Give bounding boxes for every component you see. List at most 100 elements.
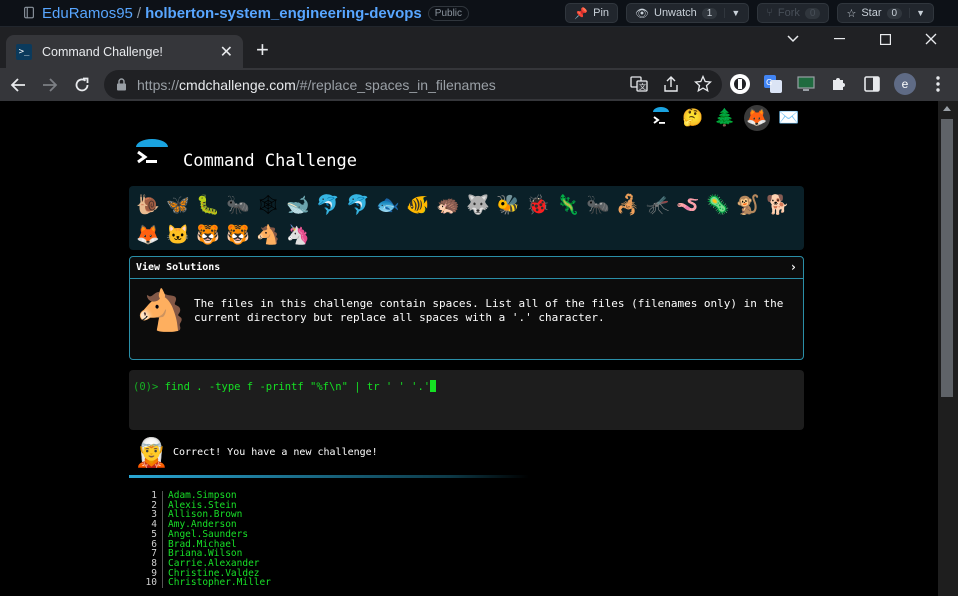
level-icon[interactable]: 🐜 bbox=[223, 190, 253, 220]
level-icon[interactable]: 🐠 bbox=[403, 190, 433, 220]
site-header: Command Challenge bbox=[134, 139, 357, 175]
svg-text:文: 文 bbox=[639, 82, 646, 91]
level-icon[interactable]: 🦟 bbox=[643, 190, 673, 220]
tree-icon[interactable]: 🌲 bbox=[712, 105, 738, 131]
close-window-button[interactable] bbox=[908, 27, 954, 51]
level-icon[interactable]: 🐯 bbox=[223, 220, 253, 250]
fork-button[interactable]: ⑂ Fork 0 bbox=[757, 3, 830, 23]
forward-button[interactable] bbox=[34, 69, 66, 101]
tab-command-challenge[interactable]: >_ Command Challenge! ✕ bbox=[6, 35, 243, 68]
github-repo-strip: EduRamos95 / holberton-system_engineerin… bbox=[0, 0, 958, 27]
star-button[interactable]: ☆ Star 0 ▼ bbox=[837, 3, 934, 23]
browser-tabstrip: >_ Command Challenge! ✕ + bbox=[0, 27, 958, 68]
close-icon[interactable]: ✕ bbox=[220, 42, 233, 62]
extensions-puzzle-icon[interactable] bbox=[827, 72, 851, 96]
side-panel-icon[interactable] bbox=[860, 72, 884, 96]
pin-button[interactable]: 📌 Pin bbox=[565, 3, 619, 23]
level-icon[interactable]: 🐬 bbox=[343, 190, 373, 220]
unwatch-label: Unwatch bbox=[654, 7, 697, 19]
result-banner: 🧝 Correct! You have a new challenge! bbox=[134, 436, 378, 469]
view-solutions-toggle[interactable]: View Solutions › bbox=[130, 257, 803, 279]
unwatch-button[interactable]: 👁 Unwatch 1 ▼ bbox=[626, 3, 750, 23]
star-label: Star bbox=[861, 7, 882, 19]
level-icon[interactable]: 🐯 bbox=[193, 220, 223, 250]
level-icon[interactable]: 🐜 bbox=[583, 190, 613, 220]
command-output: 1 Adam.Simpson 2 Alexis.Stein 3 Allison.Brown… bbox=[145, 491, 271, 589]
chevron-right-icon[interactable]: › bbox=[790, 260, 797, 274]
hint-face-icon[interactable]: 🤔 bbox=[680, 105, 706, 131]
level-icon[interactable]: 🦠 bbox=[703, 190, 733, 220]
bookmark-star-icon[interactable] bbox=[694, 75, 712, 93]
horse-avatar-icon: 🐴 bbox=[136, 289, 186, 333]
watch-count: 1 bbox=[701, 7, 718, 19]
level-icon[interactable]: 🐌 bbox=[133, 190, 163, 220]
level-icon[interactable]: 🦔 bbox=[433, 190, 463, 220]
scroll-up-arrow-icon[interactable] bbox=[943, 106, 951, 111]
gitlab-icon[interactable]: 🦊 bbox=[744, 105, 770, 131]
back-button[interactable] bbox=[2, 69, 34, 101]
repo-owner-link[interactable]: EduRamos95 bbox=[42, 5, 133, 22]
level-icon[interactable]: 🦂 bbox=[613, 190, 643, 220]
level-icon[interactable]: 🦋 bbox=[163, 190, 193, 220]
chevron-down-icon[interactable]: ▼ bbox=[724, 8, 740, 18]
level-icon[interactable]: 🐛 bbox=[193, 190, 223, 220]
level-icon[interactable]: 🐕 bbox=[763, 190, 793, 220]
level-selector: 🐌 🦋 🐛 🐜 🕸 🐋 🐬 🐬 🐟 🐠 🦔 🐺 🐝 🐞 🦎 🐜 🦂 🦟 🪱 🦠 🐒 🐕 🦊 🐱 🐯 🐯 🐴 🦄 bbox=[129, 186, 804, 250]
level-icon[interactable]: 🐱 bbox=[163, 220, 193, 250]
command-terminal[interactable]: (0)> find . -type f -printf "%f\n" | tr … bbox=[129, 370, 804, 430]
level-icon[interactable]: 🐬 bbox=[313, 190, 343, 220]
level-icon[interactable]: 🐝 bbox=[493, 190, 523, 220]
tab-title: Command Challenge! bbox=[42, 44, 163, 59]
chevron-down-icon[interactable]: ▼ bbox=[909, 8, 925, 18]
address-bar[interactable]: https://cmdchallenge.com/#/replace_space… bbox=[104, 70, 722, 99]
level-icon[interactable]: 🐴 bbox=[253, 220, 283, 250]
new-tab-button[interactable]: + bbox=[256, 39, 269, 61]
url-text: https://cmdchallenge.com/#/replace_space… bbox=[137, 77, 496, 93]
page-content: 🤔 🌲 🦊 ✉️ Command Challenge 🐌 🦋 🐛 🐜 🕸 🐋 🐬 🐬 🐟 🐠 🦔 🐺 🐝… bbox=[0, 101, 938, 596]
reload-button[interactable] bbox=[66, 69, 98, 101]
browser-toolbar: https://cmdchallenge.com/#/replace_space… bbox=[0, 68, 958, 101]
command-challenge-logo-icon[interactable] bbox=[134, 139, 170, 175]
level-icon[interactable]: 🐟 bbox=[373, 190, 403, 220]
google-translate-extension-icon[interactable]: G bbox=[761, 72, 785, 96]
tab-search-button[interactable] bbox=[770, 27, 816, 51]
elf-avatar-icon: 🧝 bbox=[134, 437, 169, 468]
terminal-favicon-icon: >_ bbox=[16, 43, 32, 60]
level-icon[interactable]: 🐞 bbox=[523, 190, 553, 220]
star-icon: ☆ bbox=[846, 7, 857, 20]
repo-name-link[interactable]: holberton-system_engineering-devops bbox=[145, 5, 422, 22]
terminal-logo-icon[interactable] bbox=[648, 105, 674, 131]
close-icon bbox=[925, 33, 937, 45]
fork-count: 0 bbox=[804, 7, 821, 19]
progress-bar bbox=[129, 475, 529, 478]
fork-icon: ⑂ bbox=[766, 7, 773, 19]
profile-avatar[interactable]: e bbox=[893, 72, 917, 96]
repo-icon bbox=[24, 6, 34, 19]
maximize-button[interactable] bbox=[862, 27, 908, 51]
level-icon[interactable]: 🕸 bbox=[253, 190, 283, 220]
extension-vpn-icon[interactable] bbox=[728, 72, 752, 96]
monitor-extension-icon[interactable] bbox=[794, 72, 818, 96]
lock-icon[interactable] bbox=[116, 78, 127, 91]
minimize-icon bbox=[833, 38, 845, 40]
share-icon[interactable] bbox=[662, 75, 680, 93]
level-icon[interactable]: 🦄 bbox=[283, 220, 313, 250]
level-icon[interactable]: 🦎 bbox=[553, 190, 583, 220]
maximize-icon bbox=[879, 33, 891, 45]
level-icon[interactable]: 🪱 bbox=[673, 190, 703, 220]
scroll-thumb[interactable] bbox=[941, 119, 953, 397]
level-icon[interactable]: 🐺 bbox=[463, 190, 493, 220]
command-input[interactable]: find . -type f -printf "%f\n" | tr ' ' '… bbox=[165, 381, 431, 393]
eye-icon: 👁 bbox=[635, 7, 649, 20]
result-message: Correct! You have a new challenge! bbox=[173, 447, 378, 458]
level-icon[interactable]: 🦊 bbox=[133, 220, 163, 250]
level-icon[interactable]: 🐒 bbox=[733, 190, 763, 220]
browser-menu-button[interactable] bbox=[926, 72, 950, 96]
mail-icon[interactable]: ✉️ bbox=[776, 105, 802, 131]
level-icon[interactable]: 🐋 bbox=[283, 190, 313, 220]
minimize-button[interactable] bbox=[816, 27, 862, 51]
pin-label: Pin bbox=[593, 7, 610, 19]
page-scrollbar[interactable] bbox=[938, 101, 958, 596]
translate-icon[interactable]: 文 bbox=[630, 75, 648, 93]
reload-icon bbox=[75, 77, 89, 91]
